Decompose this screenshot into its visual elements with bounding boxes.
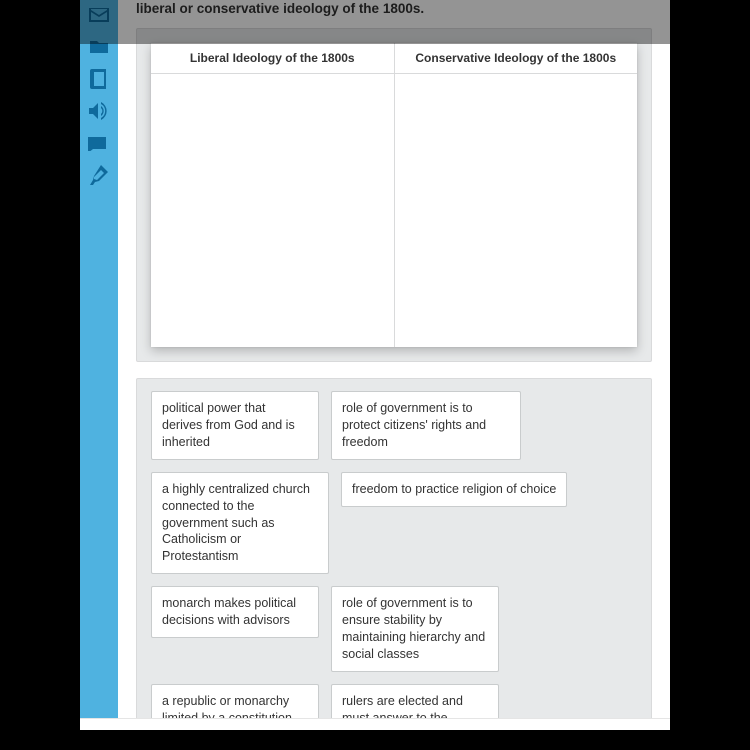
answer-tile[interactable]: a highly centralized church connected to… bbox=[151, 472, 329, 574]
answer-tile[interactable]: a republic or monarchy limited by a cons… bbox=[151, 684, 319, 720]
sidebar-mail[interactable] bbox=[82, 2, 116, 32]
tile-row: monarch makes political decisions with a… bbox=[151, 586, 637, 672]
note-icon bbox=[88, 135, 110, 156]
highlighter-icon bbox=[90, 165, 108, 190]
answer-tile[interactable]: political power that derives from God an… bbox=[151, 391, 319, 460]
answer-tile[interactable]: role of government is to protect citizen… bbox=[331, 391, 521, 460]
answer-tile[interactable]: rulers are elected and must answer to th… bbox=[331, 684, 499, 720]
drop-table: Liberal Ideology of the 1800s Conservati… bbox=[151, 43, 637, 347]
book-icon bbox=[90, 69, 108, 94]
sidebar-book[interactable] bbox=[82, 66, 116, 96]
tile-row: a republic or monarchy limited by a cons… bbox=[151, 684, 637, 720]
drop-column-conservative[interactable]: Conservative Ideology of the 1800s bbox=[395, 43, 638, 347]
sidebar-folder[interactable] bbox=[82, 34, 116, 64]
tile-row: political power that derives from God an… bbox=[151, 391, 637, 460]
speaker-icon bbox=[89, 102, 109, 125]
question-instruction: liberal or conservative ideology of the … bbox=[136, 0, 652, 28]
folder-icon bbox=[89, 39, 109, 60]
sidebar-audio[interactable] bbox=[82, 98, 116, 128]
column-header: Conservative Ideology of the 1800s bbox=[395, 43, 638, 74]
column-header: Liberal Ideology of the 1800s bbox=[151, 43, 394, 74]
tile-row: a highly centralized church connected to… bbox=[151, 472, 637, 574]
bottom-toolbar bbox=[80, 718, 670, 730]
tool-sidebar bbox=[80, 0, 118, 720]
answer-bank: political power that derives from God an… bbox=[136, 378, 652, 720]
answer-tile[interactable]: monarch makes political decisions with a… bbox=[151, 586, 319, 638]
sidebar-note[interactable] bbox=[82, 130, 116, 160]
answer-tile[interactable]: freedom to practice religion of choice bbox=[341, 472, 567, 507]
drop-column-liberal[interactable]: Liberal Ideology of the 1800s bbox=[151, 43, 395, 347]
drop-zone-card: Liberal Ideology of the 1800s Conservati… bbox=[136, 28, 652, 362]
app-frame: liberal or conservative ideology of the … bbox=[80, 0, 670, 720]
mail-icon bbox=[89, 8, 109, 27]
main-content: liberal or conservative ideology of the … bbox=[118, 0, 670, 720]
answer-tile[interactable]: role of government is to ensure stabilit… bbox=[331, 586, 499, 672]
sidebar-highlight[interactable] bbox=[82, 162, 116, 192]
